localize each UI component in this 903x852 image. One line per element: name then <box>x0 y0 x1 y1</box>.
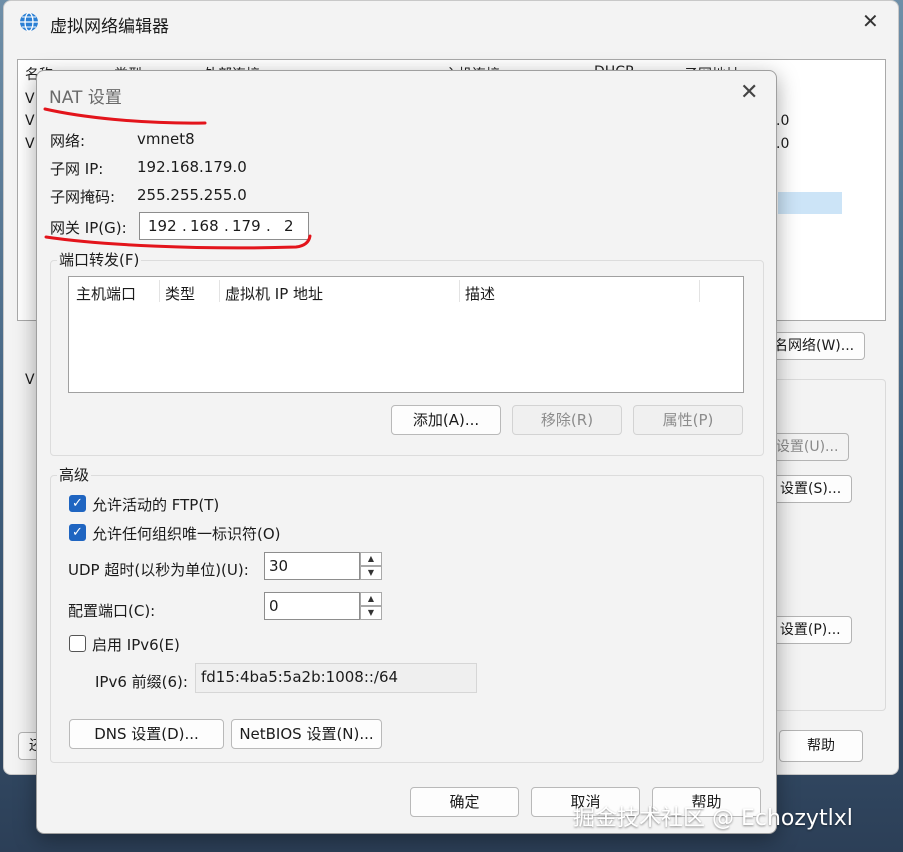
underline-dialog-title <box>43 107 207 125</box>
red-underline-annotations <box>43 107 312 250</box>
underline-gateway-ip <box>44 234 312 250</box>
watermark: 掘金技术社区 @ Echozytlxl <box>573 806 853 831</box>
